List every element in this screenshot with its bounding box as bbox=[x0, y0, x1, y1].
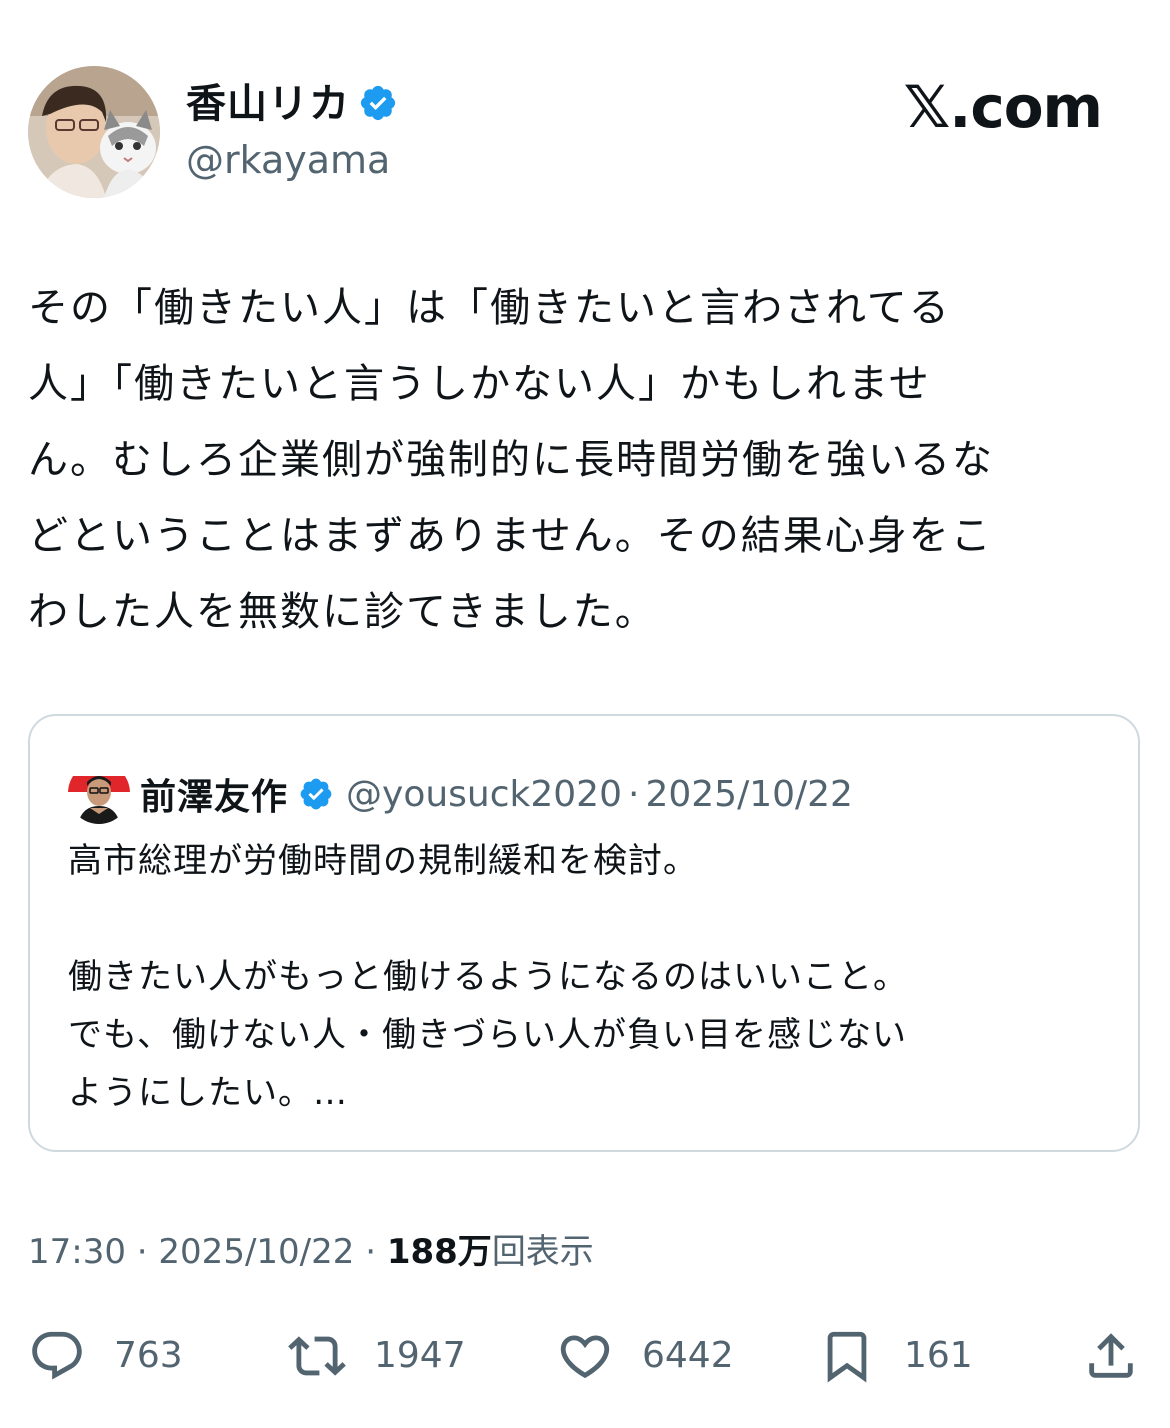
heart-icon bbox=[560, 1335, 610, 1379]
verified-badge-icon bbox=[360, 85, 396, 121]
author-name-text: 香山リカ bbox=[186, 81, 350, 127]
like-count: 6442 bbox=[642, 1335, 734, 1376]
tweet-text: その「働きたい人」は「働きたいと言わされてる 人」「働きたいと言うしかない人」か… bbox=[28, 285, 994, 635]
reply-icon bbox=[32, 1331, 82, 1380]
quote-author-name[interactable]: 前澤友作 bbox=[140, 768, 288, 820]
quote-separator: · bbox=[628, 773, 640, 815]
bookmark-count: 161 bbox=[904, 1335, 973, 1376]
tweet-meta: 17:30 · 2025/10/22 · 188万回表示 bbox=[28, 1226, 594, 1278]
bookmark-icon bbox=[827, 1331, 867, 1383]
repost-count: 1947 bbox=[374, 1335, 466, 1376]
meta-separator-2: · bbox=[365, 1232, 377, 1272]
quote-text: 高市総理が労働時間の規制緩和を検討。 働きたい人がもっと働けるようになるのはいい… bbox=[68, 841, 908, 1113]
views-count: 188万 bbox=[386, 1232, 492, 1272]
share-button[interactable] bbox=[1082, 1320, 1140, 1392]
share-icon bbox=[1089, 1333, 1133, 1378]
quote-author-avatar[interactable] bbox=[68, 762, 130, 824]
quoted-tweet-card[interactable]: 前澤友作 @yousuck2020 · 2025/10/22 高市総理が労働時間… bbox=[28, 714, 1140, 1152]
bookmark-button[interactable]: 161 bbox=[818, 1320, 973, 1392]
quote-date[interactable]: 2025/10/22 bbox=[645, 774, 853, 815]
views-label: 回表示 bbox=[491, 1232, 594, 1272]
author-handle[interactable]: @rkayama bbox=[186, 136, 390, 184]
x-brand-logo: 𝕏.com bbox=[903, 73, 1103, 141]
quote-header: 前澤友作 @yousuck2020 · 2025/10/22 bbox=[140, 762, 853, 826]
meta-separator-1: · bbox=[136, 1232, 148, 1272]
tweet-time[interactable]: 17:30 bbox=[28, 1232, 126, 1272]
profile-photo-icon bbox=[28, 66, 160, 198]
author-display-name[interactable]: 香山リカ bbox=[186, 78, 398, 130]
repost-button[interactable]: 1947 bbox=[288, 1320, 466, 1392]
quote-author-handle[interactable]: @yousuck2020 bbox=[346, 774, 622, 815]
quote-verified-badge-icon bbox=[300, 778, 332, 810]
author-avatar[interactable] bbox=[28, 66, 160, 198]
action-bar: 763 1947 6442 161 bbox=[0, 1320, 1170, 1392]
repost-icon bbox=[288, 1336, 346, 1376]
like-button[interactable]: 6442 bbox=[556, 1320, 734, 1392]
reply-button[interactable]: 763 bbox=[28, 1320, 183, 1392]
quote-profile-photo-icon bbox=[68, 762, 130, 824]
reply-count: 763 bbox=[114, 1335, 183, 1376]
tweet-date[interactable]: 2025/10/22 bbox=[158, 1232, 354, 1272]
